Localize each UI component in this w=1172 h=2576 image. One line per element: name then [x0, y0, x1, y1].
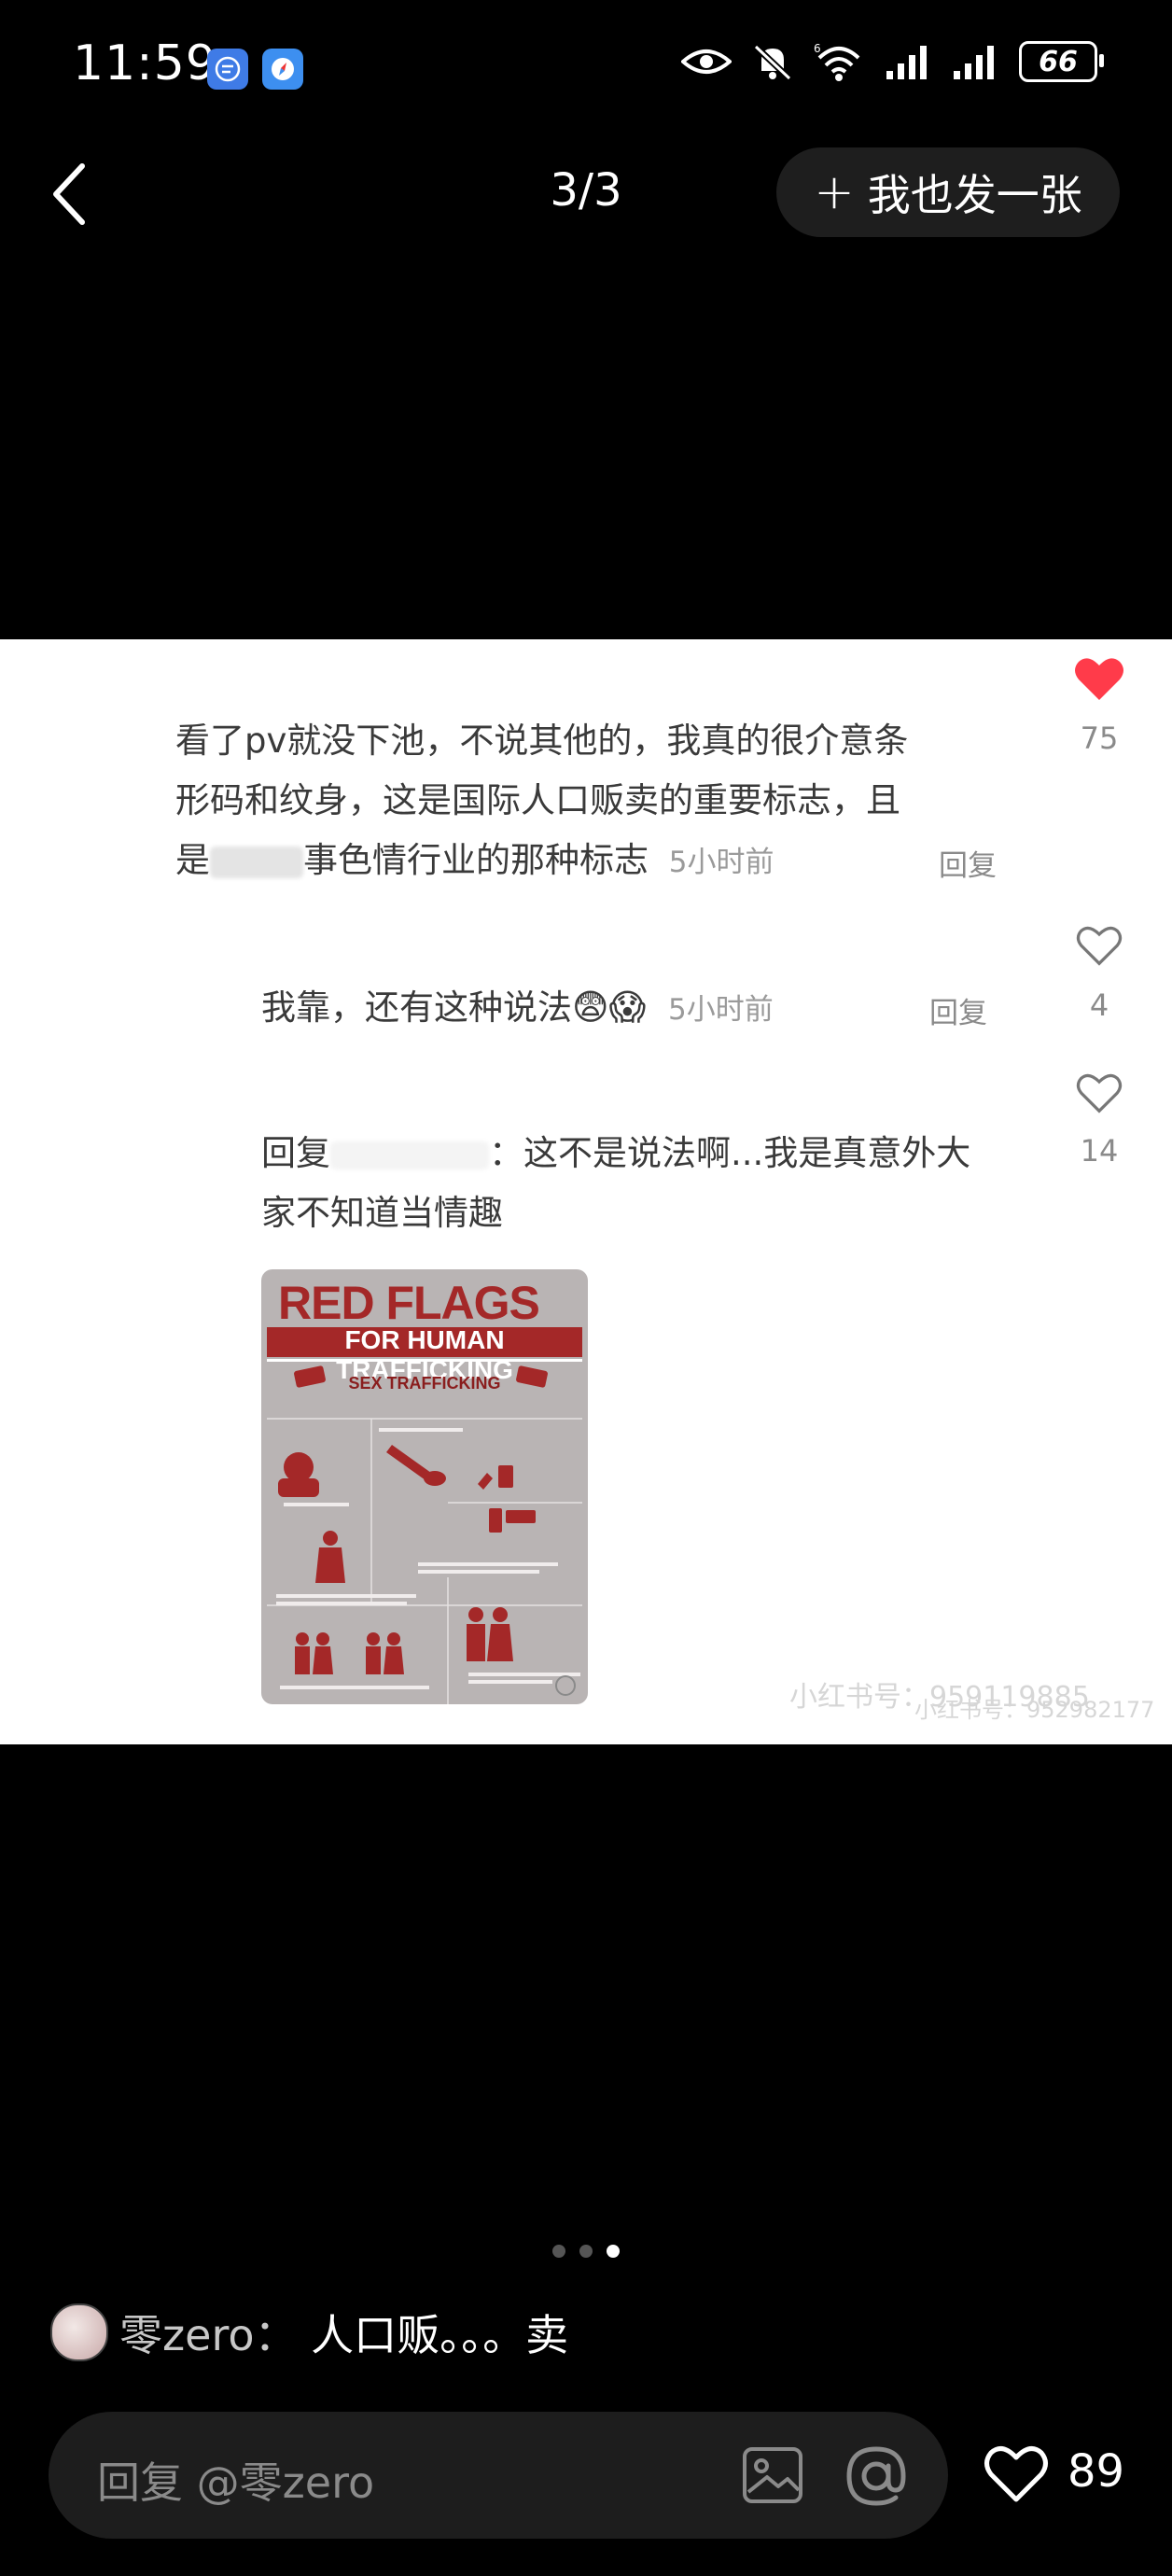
status-time: 11:59: [73, 35, 217, 91]
post-caption: 零zero： 人口贩。。。卖: [119, 2310, 569, 2360]
comment-1-reply-link[interactable]: 回复: [939, 842, 997, 884]
heart-outline-icon: [1076, 1073, 1123, 1113]
bell-muted-icon: [753, 44, 792, 81]
emoji-icon: 😨😱: [572, 987, 647, 1028]
comment-2-like-button[interactable]: [1075, 924, 1123, 971]
avatar[interactable]: [50, 2303, 108, 2361]
red-flags-infographic[interactable]: RED FLAGS FOR HUMAN TRAFFICKING SEX TRAF…: [261, 1269, 588, 1704]
comment-1-like-button[interactable]: [1073, 655, 1125, 706]
infographic-pictograms: [267, 1365, 582, 1704]
chevron-left-icon: [53, 163, 85, 225]
caption-username[interactable]: 零zero: [119, 2310, 255, 2360]
comment-3-like-count: 14: [1080, 1133, 1119, 1169]
redacted-username: [330, 1141, 489, 1169]
like-count: 89: [1067, 2445, 1125, 2498]
heart-outline-icon: [1076, 926, 1123, 966]
like-button[interactable]: [984, 2443, 1049, 2507]
comment-2-reply-link[interactable]: 回复: [929, 989, 987, 1031]
post-one-too-button[interactable]: + 我也发一张: [776, 147, 1120, 237]
browser-app-icon: [262, 49, 303, 90]
comment-1-line-2: 形码和纹身，这是国际人口贩卖的重要标志，且: [175, 780, 900, 820]
at-sign-icon: [846, 2446, 906, 2506]
redacted-text: [210, 846, 303, 878]
comment-1-line-3: 是事色情行业的那种标志 5小时前: [175, 840, 774, 880]
message-icon: [215, 56, 241, 82]
comment-1-like-count: 75: [1080, 721, 1119, 756]
comment-2-like-count: 4: [1089, 987, 1109, 1023]
comment-2-text: 我靠，还有这种说法😨😱 5小时前: [261, 987, 774, 1028]
back-button[interactable]: [47, 161, 103, 228]
image-icon: [743, 2447, 802, 2503]
post-button-label: 我也发一张: [867, 170, 1082, 220]
svg-text:6: 6: [814, 42, 821, 55]
pager-dot-3-active: [607, 2245, 620, 2258]
caption-text: 人口贩。。。卖: [311, 2310, 569, 2360]
app-notification-icon: [207, 49, 248, 90]
image-picker-button[interactable]: [741, 2443, 804, 2511]
pager-dot-2: [579, 2245, 593, 2258]
comment-1-time: 5小时前: [668, 846, 774, 879]
heart-filled-icon: [1075, 658, 1123, 700]
plus-icon: +: [814, 164, 855, 220]
watermark-2: 小红书号：952982177: [914, 1697, 1155, 1723]
battery-icon: 66: [1019, 41, 1104, 82]
signal-icon: [886, 46, 927, 79]
comment-2-time: 5小时前: [668, 993, 774, 1027]
status-icons: 6 66: [681, 41, 1104, 82]
mention-button[interactable]: [844, 2443, 909, 2513]
eye-icon: [681, 49, 732, 74]
comment-1-text: 看了pv就没下池，不说其他的，我真的很介意条 形码和纹身，这是国际人口贩卖的重要…: [175, 711, 1015, 892]
signal-icon: [954, 46, 994, 79]
infographic-title: RED FLAGS: [278, 1277, 540, 1329]
reply-placeholder: 回复 @零zero: [97, 2457, 375, 2508]
pager-dot-1: [552, 2245, 565, 2258]
comment-3-text: 回复 ：这不是说法啊...我是真意外大 家不知道当情趣: [261, 1133, 971, 1233]
compass-icon: [272, 58, 294, 80]
wifi-icon: 6: [814, 42, 860, 81]
comment-1-line-1: 看了pv就没下池，不说其他的，我真的很介意条: [175, 721, 909, 761]
heart-outline-icon: [984, 2446, 1048, 2502]
comment-3-like-button[interactable]: [1075, 1071, 1123, 1118]
